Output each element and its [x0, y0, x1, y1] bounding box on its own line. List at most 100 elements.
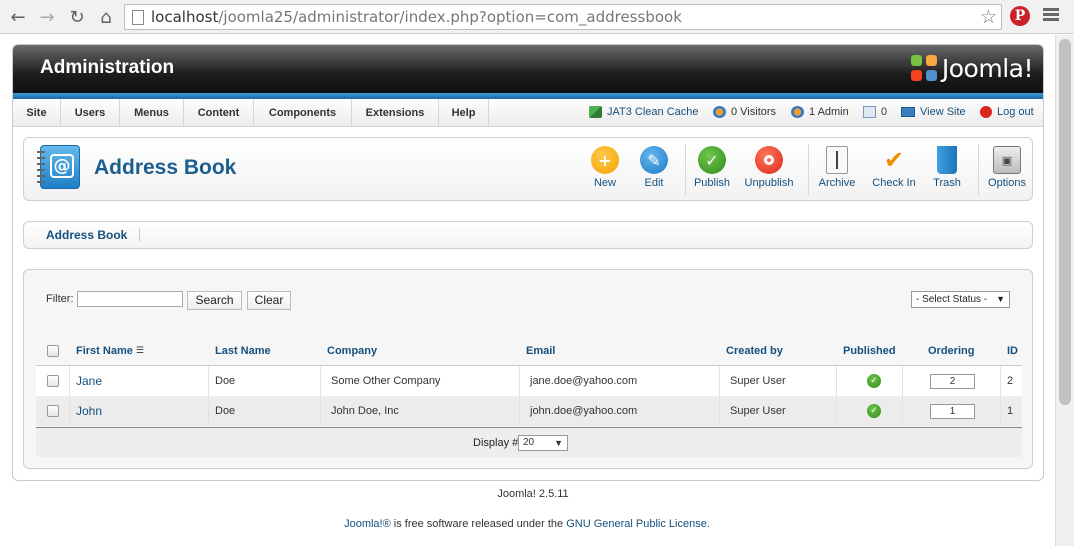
joomla-logo-text: Joomla! — [941, 54, 1034, 83]
checkmark-icon: ✔ — [883, 146, 905, 174]
created-by-cell: Super User — [720, 366, 837, 396]
gpl-link[interactable]: GNU General Public License — [566, 518, 707, 530]
first-name-link[interactable]: Jane — [70, 366, 209, 396]
col-email[interactable]: Email — [520, 326, 720, 365]
menu-site[interactable]: Site — [13, 99, 61, 127]
search-button[interactable]: Search — [187, 291, 242, 310]
browser-menu-icon[interactable] — [1043, 8, 1059, 24]
messages-status[interactable]: 0 — [863, 106, 887, 118]
trash-button[interactable]: Trash — [918, 146, 976, 196]
logout-label: Log out — [997, 106, 1034, 118]
table-row: Jane Doe Some Other Company jane.doe@yah… — [36, 366, 1022, 396]
toolbar-box: @ Address Book + New ✎ Edit ✓ Publish Un… — [23, 137, 1033, 201]
back-icon[interactable]: ← — [7, 6, 29, 28]
col-last-name[interactable]: Last Name — [209, 326, 321, 365]
admins-status: 1 Admin — [791, 106, 849, 118]
filter-input[interactable] — [77, 291, 183, 307]
col-created-by[interactable]: Created by — [720, 326, 837, 365]
admin-menubar: Site Users Menus Content Components Exte… — [13, 99, 1043, 127]
sort-icon: ☰ — [135, 345, 144, 356]
row-checkbox[interactable] — [47, 405, 59, 417]
menu-menus[interactable]: Menus — [120, 99, 184, 127]
created-by-cell: Super User — [720, 396, 837, 426]
archive-icon — [826, 146, 848, 174]
email-cell: john.doe@yahoo.com — [520, 396, 720, 426]
cache-icon — [589, 106, 602, 118]
checkin-button[interactable]: ✔ Check In — [865, 146, 923, 196]
published-icon[interactable]: ✓ — [867, 404, 881, 418]
menu-components[interactable]: Components — [254, 99, 352, 127]
url-text: localhost/joomla25/administrator/index.p… — [151, 8, 682, 26]
visitors-status: 0 Visitors — [713, 106, 776, 118]
ordering-input[interactable]: 2 — [930, 373, 975, 389]
messages-icon — [863, 106, 876, 118]
admin-page: Administration Joomla! Site Users Menus … — [12, 44, 1044, 481]
reload-icon[interactable]: ↻ — [66, 6, 88, 28]
table-row: John Doe John Doe, Inc john.doe@yahoo.co… — [36, 396, 1022, 426]
messages-count: 0 — [881, 106, 888, 118]
address-book-icon: @ — [37, 145, 80, 189]
unpublish-button[interactable]: Unpublish — [740, 146, 798, 196]
menu-users[interactable]: Users — [61, 99, 120, 127]
check-icon: ✓ — [698, 146, 726, 174]
edit-button[interactable]: ✎ Edit — [625, 146, 683, 196]
menu-content[interactable]: Content — [184, 99, 254, 127]
col-company[interactable]: Company — [321, 326, 520, 365]
options-button[interactable]: ▣ Options — [978, 146, 1036, 196]
address-bar[interactable]: localhost/joomla25/administrator/index.p… — [124, 4, 1002, 30]
clean-cache-label: JAT3 Clean Cache — [607, 106, 699, 118]
first-name-link[interactable]: John — [70, 396, 209, 426]
archive-button[interactable]: Archive — [808, 146, 866, 196]
display-limit-select[interactable]: 20 ▼ — [518, 435, 568, 451]
menu-extensions[interactable]: Extensions — [352, 99, 439, 127]
plus-icon: + — [591, 146, 619, 174]
last-name-cell: Doe — [209, 366, 321, 396]
trash-icon — [937, 146, 957, 174]
admin-title: Administration — [40, 57, 175, 78]
license-text: Joomla!® is free software released under… — [344, 518, 710, 530]
joomla-logo: Joomla! — [910, 54, 1034, 83]
select-all-checkbox[interactable] — [47, 344, 59, 357]
email-cell: jane.doe@yahoo.com — [520, 366, 720, 396]
page-title: Address Book — [94, 156, 237, 179]
id-cell: 1 — [1007, 405, 1014, 417]
col-first-name[interactable]: First Name ☰ — [70, 326, 209, 365]
ordering-input[interactable]: 1 — [930, 403, 975, 419]
company-cell: Some Other Company — [321, 366, 520, 396]
submenu-address-book[interactable]: Address Book — [34, 228, 141, 242]
col-id[interactable]: ID — [1001, 326, 1022, 365]
status-select[interactable]: - Select Status - ▼ — [911, 291, 1010, 308]
vertical-scrollbar[interactable] — [1055, 35, 1074, 546]
version-text: Joomla! 2.5.11 — [497, 488, 569, 500]
publish-button[interactable]: ✓ Publish — [683, 146, 741, 196]
scrollbar-thumb[interactable] — [1059, 39, 1071, 405]
home-icon[interactable]: ⌂ — [95, 6, 117, 28]
browser-toolbar: ← → ↻ ⌂ localhost/joomla25/administrator… — [0, 0, 1074, 34]
view-site-link[interactable]: View Site — [901, 106, 966, 118]
filter-label: Filter: — [46, 293, 74, 305]
pinterest-icon[interactable]: P — [1010, 6, 1030, 26]
bookmark-star-icon[interactable]: ☆ — [980, 6, 997, 28]
monitor-icon — [901, 107, 915, 117]
visitors-icon — [713, 106, 726, 118]
visitors-label: 0 Visitors — [731, 106, 777, 118]
chevron-down-icon: ▼ — [554, 438, 563, 448]
menu-help[interactable]: Help — [439, 99, 489, 127]
options-icon: ▣ — [993, 146, 1021, 174]
clear-button[interactable]: Clear — [247, 291, 291, 310]
published-icon[interactable]: ✓ — [867, 374, 881, 388]
logout-link[interactable]: Log out — [980, 106, 1034, 118]
forward-icon[interactable]: → — [36, 6, 58, 28]
view-site-label: View Site — [920, 106, 966, 118]
col-published[interactable]: Published — [837, 326, 903, 365]
clean-cache-link[interactable]: JAT3 Clean Cache — [589, 106, 699, 118]
chevron-down-icon: ▼ — [996, 294, 1005, 304]
row-checkbox[interactable] — [47, 375, 59, 387]
stop-icon — [755, 146, 783, 174]
col-ordering[interactable]: Ordering — [903, 326, 1001, 365]
page-icon — [132, 10, 144, 25]
table-header: First Name ☰ Last Name Company Email Crea… — [36, 326, 1022, 366]
joomla-link[interactable]: Joomla!® — [344, 518, 391, 530]
pencil-icon: ✎ — [640, 146, 668, 174]
admins-label: 1 Admin — [809, 106, 849, 118]
